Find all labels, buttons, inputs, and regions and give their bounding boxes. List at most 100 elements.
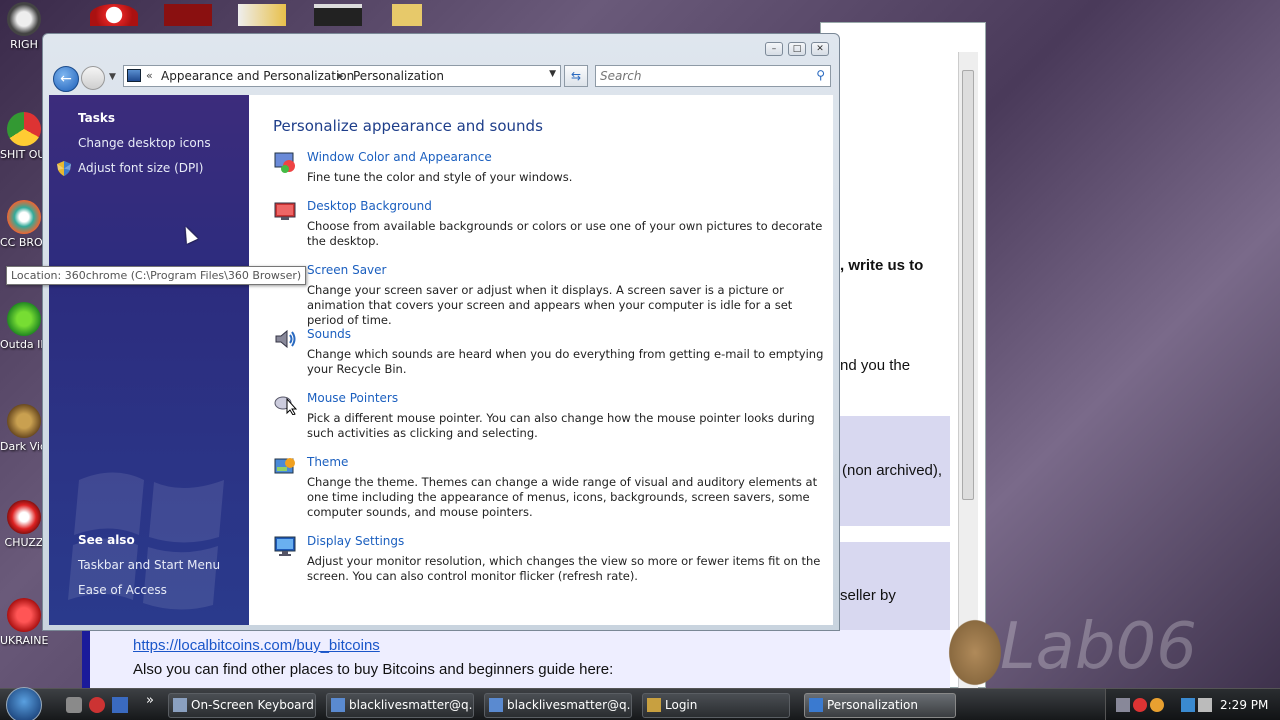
desktop-icon[interactable]: RIGH xyxy=(0,2,48,51)
adjust-font-size-link[interactable]: Adjust font size (DPI) xyxy=(78,161,203,175)
keyboard-icon xyxy=(173,698,187,712)
theme-icon xyxy=(274,458,295,474)
refresh-button[interactable]: ⇆ xyxy=(564,65,588,87)
see-also-heading: See also xyxy=(78,533,135,547)
taskbar-button-on-screen-keyboard[interactable]: On-Screen Keyboard xyxy=(168,693,316,718)
address-bar[interactable]: « Appearance and Personalization ▸ Perso… xyxy=(123,65,561,87)
item-description: Fine tune the color and style of your wi… xyxy=(307,170,573,184)
desktop-icon[interactable]: Dark Video C xyxy=(0,404,48,453)
flash-icon[interactable] xyxy=(164,4,212,26)
idm-icon xyxy=(7,302,41,336)
personalization-icon xyxy=(809,698,823,712)
search-box[interactable]: ⚲ xyxy=(595,65,831,87)
background-text: nd you the xyxy=(840,357,911,374)
background-text: seller by xyxy=(840,587,896,604)
browser-icon xyxy=(7,200,41,234)
window-color-link[interactable]: Window Color and Appearance xyxy=(307,150,492,164)
minimize-button[interactable]: – xyxy=(765,42,783,56)
taskbar-button-personalization[interactable]: Personalization xyxy=(804,693,956,718)
quicklaunch-more-icon[interactable]: » xyxy=(146,693,162,709)
background-text: , write us to xyxy=(840,257,924,274)
back-button[interactable]: ← xyxy=(53,66,79,92)
change-desktop-icons-link[interactable]: Change desktop icons xyxy=(78,136,211,150)
app-icon[interactable] xyxy=(90,4,138,26)
video-icon xyxy=(7,404,41,438)
search-tray-icon[interactable] xyxy=(1150,698,1164,712)
taskbar-button-label: blacklivesmatter@q... xyxy=(507,698,632,712)
close-button[interactable]: ✕ xyxy=(811,42,829,56)
desktop-icon[interactable]: CC BROW xyxy=(0,200,48,249)
item-description: Pick a different mouse pointer. You can … xyxy=(307,411,815,440)
tasks-heading: Tasks xyxy=(78,111,116,125)
address-dropdown-icon[interactable]: ▼ xyxy=(549,69,556,79)
desktop-icon[interactable]: Outda IDM C xyxy=(0,302,48,351)
screen-saver-link[interactable]: Screen Saver xyxy=(307,263,386,277)
blocked-icon[interactable] xyxy=(1133,698,1147,712)
chrome-icon xyxy=(7,112,41,146)
item-description: Change your screen saver or adjust when … xyxy=(307,283,793,327)
game-icon xyxy=(7,500,41,534)
localbitcoins-link[interactable]: https://localbitcoins.com/buy_bitcoins xyxy=(133,637,380,654)
search-input[interactable] xyxy=(596,66,796,86)
folder-icon[interactable] xyxy=(392,4,422,26)
volume-icon[interactable] xyxy=(1198,698,1212,712)
app-icon xyxy=(7,2,41,36)
location-tooltip: Location: 360chrome (C:\Program Files\36… xyxy=(6,266,307,285)
taskbar-button-label: Personalization xyxy=(827,698,918,712)
app-icon[interactable] xyxy=(314,4,362,26)
search-icon[interactable]: ⚲ xyxy=(816,68,825,82)
show-desktop-icon[interactable] xyxy=(112,697,128,713)
desktop-icon-label: Dark Video C xyxy=(0,440,48,453)
clock[interactable]: 2:29 PM xyxy=(1220,698,1268,712)
desktop-icon-label: Outda IDM C xyxy=(0,338,48,351)
quicklaunch-icon[interactable] xyxy=(66,697,82,713)
browser-icon xyxy=(331,698,345,712)
background-scrollbar-thumb[interactable] xyxy=(962,70,974,500)
sounds-icon xyxy=(275,329,296,349)
uac-shield-icon xyxy=(57,161,71,176)
taskbar-button-email-1[interactable]: blacklivesmatter@q... xyxy=(326,693,474,718)
page-title: Personalize appearance and sounds xyxy=(273,117,543,135)
desktop-icon-label: CC BROW xyxy=(0,236,48,249)
desktop-icon[interactable]: SHIT OUTD xyxy=(0,112,48,161)
taskbar-button-label: On-Screen Keyboard xyxy=(191,698,314,712)
refresh-icon: ⇆ xyxy=(570,69,582,83)
sounds-link[interactable]: Sounds xyxy=(307,327,351,341)
breadcrumb-appearance[interactable]: Appearance and Personalization xyxy=(161,69,354,83)
recent-pages-dropdown[interactable]: ▼ xyxy=(109,72,116,82)
taskbar-button-label: blacklivesmatter@q... xyxy=(349,698,474,712)
maximize-button[interactable]: □ xyxy=(788,42,806,56)
network-icon[interactable] xyxy=(1116,698,1130,712)
control-panel-icon xyxy=(127,69,141,82)
app-icon[interactable] xyxy=(238,4,286,26)
ease-of-access-link[interactable]: Ease of Access xyxy=(78,583,167,597)
browser-icon xyxy=(489,698,503,712)
theme-link[interactable]: Theme xyxy=(307,455,348,469)
start-button[interactable] xyxy=(6,687,42,720)
personalization-window[interactable]: – □ ✕ ← ▼ « Appearance and Personalizati… xyxy=(42,33,840,631)
desktop-background-link[interactable]: Desktop Background xyxy=(307,199,432,213)
lock-icon xyxy=(647,698,661,712)
taskbar-start-menu-link[interactable]: Taskbar and Start Menu xyxy=(78,558,220,572)
desktop-icon[interactable]: UKRAINE xyxy=(0,598,48,647)
quicklaunch-icon[interactable] xyxy=(89,697,105,713)
monitor-icon[interactable] xyxy=(1181,698,1195,712)
mouse-pointer-icon xyxy=(274,396,297,415)
mouse-pointers-link[interactable]: Mouse Pointers xyxy=(307,391,398,405)
item-description: Change which sounds are heard when you d… xyxy=(307,347,824,376)
desktop-icon[interactable]: CHUZZ xyxy=(0,500,48,549)
background-panel xyxy=(840,542,950,630)
taskbar-button-email-2[interactable]: blacklivesmatter@q... xyxy=(484,693,632,718)
breadcrumb-overflow[interactable]: « xyxy=(146,69,153,82)
chevron-right-icon[interactable]: ▸ xyxy=(338,69,344,82)
forward-button[interactable] xyxy=(81,66,105,90)
desktop-icon-label: SHIT OUTD xyxy=(0,148,48,161)
breadcrumb-personalization[interactable]: Personalization xyxy=(353,69,444,83)
background-text: (non archived), xyxy=(842,462,943,479)
display-settings-link[interactable]: Display Settings xyxy=(307,534,404,548)
window-color-icon xyxy=(274,152,295,173)
taskbar-button-login[interactable]: Login xyxy=(642,693,790,718)
item-description: Adjust your monitor resolution, which ch… xyxy=(307,554,821,583)
watermark: Lab06 xyxy=(1000,610,1197,684)
desktop-background-icon xyxy=(274,202,296,220)
